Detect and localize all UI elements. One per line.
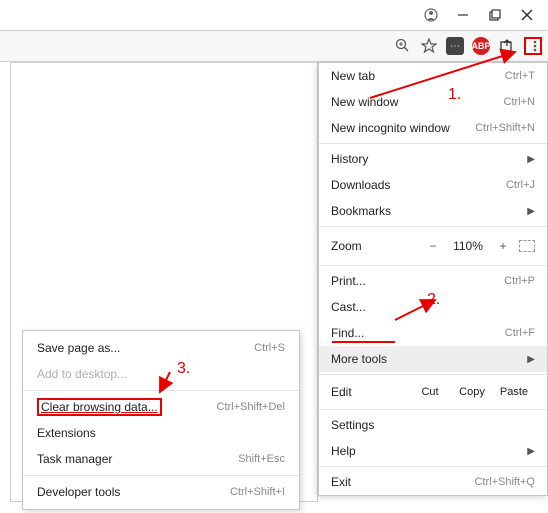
menu-label: Exit — [331, 475, 351, 489]
menu-label: New window — [331, 95, 398, 109]
zoom-out-button[interactable]: − — [423, 239, 443, 253]
shortcut-text: Ctrl+Shift+Q — [474, 476, 535, 488]
menu-label: New incognito window — [331, 121, 450, 135]
menu-more-tools[interactable]: More tools ▶ — [319, 346, 547, 372]
menu-label: More tools — [331, 352, 387, 366]
menu-history[interactable]: History ▶ — [319, 146, 547, 172]
chevron-right-icon: ▶ — [527, 206, 535, 217]
menu-label: Find... — [331, 326, 364, 340]
menu-label: Add to desktop... — [37, 367, 127, 381]
menu-help[interactable]: Help ▶ — [319, 438, 547, 464]
profile-icon[interactable] — [424, 8, 438, 22]
kebab-menu-icon[interactable] — [524, 37, 542, 55]
submenu-clear-browsing-data[interactable]: Clear browsing data... Ctrl+Shift+Del — [23, 394, 299, 420]
menu-downloads[interactable]: Downloads Ctrl+J — [319, 172, 547, 198]
menu-print[interactable]: Print... Ctrl+P — [319, 268, 547, 294]
shortcut-text: Shift+Esc — [238, 453, 285, 465]
close-icon[interactable] — [520, 8, 534, 22]
menu-label: New tab — [331, 69, 375, 83]
chrome-main-menu: New tab Ctrl+T New window Ctrl+N New incog… — [318, 62, 548, 496]
menu-bookmarks[interactable]: Bookmarks ▶ — [319, 198, 547, 224]
menu-label: Help — [331, 444, 356, 458]
submenu-add-desktop: Add to desktop... — [23, 361, 299, 387]
menu-find[interactable]: Find... Ctrl+F — [319, 320, 547, 346]
menu-cast[interactable]: Cast... — [319, 294, 547, 320]
chevron-right-icon: ▶ — [527, 154, 535, 165]
shortcut-text: Ctrl+S — [254, 342, 285, 354]
star-icon[interactable] — [420, 37, 438, 55]
submenu-developer-tools[interactable]: Developer tools Ctrl+Shift+I — [23, 479, 299, 505]
copy-button[interactable]: Copy — [451, 386, 493, 398]
browser-toolbar: ⋯ ABP — [0, 30, 548, 62]
share-icon[interactable] — [498, 37, 516, 55]
menu-new-incognito[interactable]: New incognito window Ctrl+Shift+N — [319, 115, 547, 141]
window-controls — [410, 0, 548, 30]
shortcut-text: Ctrl+Shift+N — [475, 122, 535, 134]
menu-label: Extensions — [37, 426, 96, 440]
shortcut-text: Ctrl+T — [505, 70, 535, 82]
abp-icon[interactable]: ABP — [472, 37, 490, 55]
cut-button[interactable]: Cut — [409, 386, 451, 398]
shortcut-text: Ctrl+F — [505, 327, 535, 339]
menu-label: Save page as... — [37, 341, 120, 355]
menu-label: History — [331, 152, 368, 166]
extension-icon[interactable]: ⋯ — [446, 37, 464, 55]
menu-label: Developer tools — [37, 485, 120, 499]
menu-label: Bookmarks — [331, 204, 391, 218]
paste-button[interactable]: Paste — [493, 386, 535, 398]
menu-exit[interactable]: Exit Ctrl+Shift+Q — [319, 469, 547, 495]
menu-label: Downloads — [331, 178, 390, 192]
edit-label: Edit — [331, 385, 409, 399]
chevron-right-icon: ▶ — [527, 446, 535, 457]
menu-label: Settings — [331, 418, 374, 432]
chevron-right-icon: ▶ — [527, 354, 535, 365]
menu-label: Print... — [331, 274, 366, 288]
submenu-save-page[interactable]: Save page as... Ctrl+S — [23, 335, 299, 361]
menu-label: Cast... — [331, 300, 366, 314]
shortcut-text: Ctrl+J — [506, 179, 535, 191]
zoom-value: 110% — [449, 239, 487, 253]
minimize-icon[interactable] — [456, 8, 470, 22]
fullscreen-icon[interactable] — [519, 240, 535, 252]
menu-zoom-row: Zoom − 110% + — [319, 229, 547, 263]
menu-new-window[interactable]: New window Ctrl+N — [319, 89, 547, 115]
submenu-task-manager[interactable]: Task manager Shift+Esc — [23, 446, 299, 472]
zoom-in-icon[interactable] — [394, 37, 412, 55]
shortcut-text: Ctrl+P — [504, 275, 535, 287]
submenu-extensions[interactable]: Extensions — [23, 420, 299, 446]
menu-label: Task manager — [37, 452, 112, 466]
zoom-label: Zoom — [331, 239, 417, 253]
menu-label: Clear browsing data... — [41, 400, 158, 414]
shortcut-text: Ctrl+Shift+Del — [217, 401, 285, 413]
shortcut-text: Ctrl+N — [504, 96, 535, 108]
menu-edit-row: Edit Cut Copy Paste — [319, 377, 547, 407]
zoom-in-button[interactable]: + — [493, 239, 513, 253]
shortcut-text: Ctrl+Shift+I — [230, 486, 285, 498]
more-tools-submenu: Save page as...Ctrl+S Add to desktop... … — [22, 330, 300, 510]
maximize-icon[interactable] — [488, 8, 502, 22]
menu-new-tab[interactable]: New tab Ctrl+T — [319, 63, 547, 89]
menu-settings[interactable]: Settings — [319, 412, 547, 438]
